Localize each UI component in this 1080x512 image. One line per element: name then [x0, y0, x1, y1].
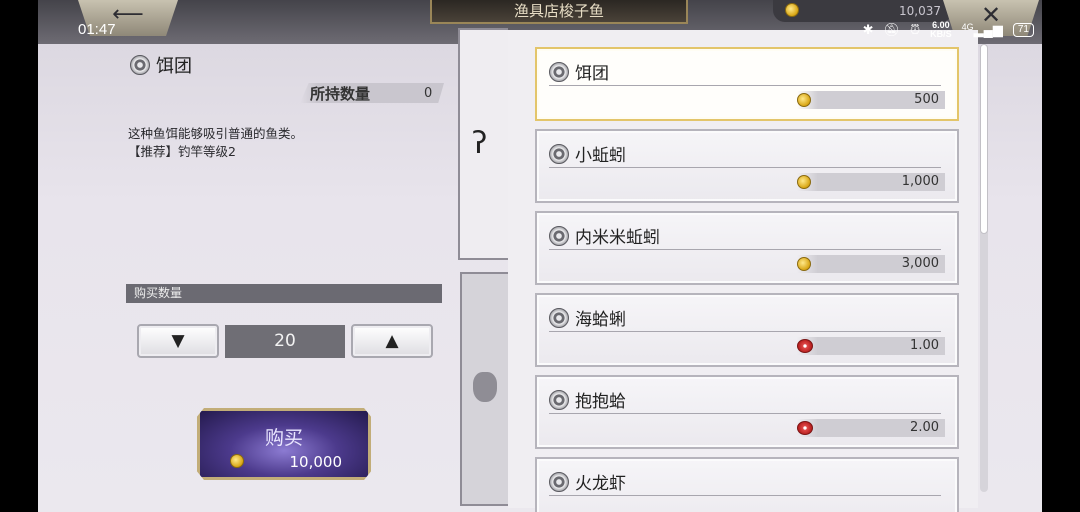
item-price-value: 1,000: [901, 174, 939, 189]
item-price-value: 2.00: [910, 420, 939, 435]
bag-icon: [473, 372, 497, 402]
network-type: 4G: [961, 22, 974, 32]
android-status-bar: 01:47 ✱ 🔕︎ ⏰︎ 6.00 KB/S 4G▂▄▆ 71: [38, 18, 1042, 44]
quantity-header: 购买数量: [126, 284, 442, 303]
coin-icon: [797, 93, 811, 107]
net-speed: 6.00 KB/S: [930, 21, 952, 39]
owned-value: 0: [424, 86, 433, 101]
owned-label: 所持数量: [310, 85, 371, 103]
detail-item-name: 饵团: [156, 56, 192, 77]
item-price: 2.00: [797, 419, 945, 437]
scrollbar-thumb[interactable]: [980, 44, 988, 234]
shop-item[interactable]: 火龙虾: [535, 457, 959, 512]
coin-icon: [785, 3, 799, 17]
shop-item[interactable]: 海蛤蜊 1.00: [535, 293, 959, 367]
item-name: 海蛤蜊: [575, 310, 626, 330]
status-icons: ✱ 🔕︎ ⏰︎ 6.00 KB/S 4G▂▄▆ 71: [863, 21, 1034, 39]
alarm-icon: ⏰︎: [909, 22, 921, 37]
bait-icon: [549, 143, 569, 164]
item-name-row: 小蚯蚓: [549, 141, 626, 166]
bait-icon: [549, 307, 569, 328]
bait-icon: [549, 225, 569, 246]
item-divider: [549, 331, 941, 332]
buy-price: 10,000: [289, 453, 343, 471]
hook-icon: ʔ: [472, 126, 488, 161]
letterbox-left: [0, 0, 38, 512]
coin-balance-value: 10,037: [899, 4, 941, 18]
bluetooth-icon: ✱: [862, 22, 874, 37]
bait-icon: [130, 55, 150, 75]
item-name-row: 火龙虾: [549, 469, 626, 494]
item-price-value: 500: [914, 92, 939, 107]
buy-label: 购买: [264, 427, 303, 449]
item-name-row: 内米米蚯蚓: [549, 223, 660, 248]
gem-icon: [797, 339, 813, 353]
buy-button[interactable]: 购买 10,000: [197, 408, 371, 480]
item-divider: [549, 249, 941, 250]
mute-icon: 🔕︎: [883, 22, 900, 37]
item-name-row: 抱抱蛤: [549, 387, 626, 412]
item-divider: [549, 85, 941, 86]
shop-item[interactable]: 内米米蚯蚓 3,000: [535, 211, 959, 285]
decrease-quantity-button[interactable]: ▼: [137, 324, 219, 358]
coin-icon: [797, 175, 811, 189]
bait-icon: [549, 389, 569, 410]
net-speed-unit: KB/S: [930, 29, 952, 39]
chevron-up-icon: ▲: [385, 331, 399, 351]
item-name: 小蚯蚓: [575, 146, 626, 166]
gem-icon: [797, 421, 813, 435]
item-price: 500: [797, 91, 945, 109]
chevron-down-icon: ▼: [171, 331, 185, 351]
signal-icon: 4G▂▄▆: [961, 22, 1003, 37]
item-price: 1,000: [797, 173, 945, 191]
shop-item[interactable]: 抱抱蛤 2.00: [535, 375, 959, 449]
description-line: 这种鱼饵能够吸引普通的鱼类。: [128, 126, 304, 141]
coin-icon: [797, 257, 811, 271]
increase-quantity-button[interactable]: ▲: [351, 324, 433, 358]
bait-icon: [549, 61, 569, 82]
letterbox-right: [1042, 0, 1080, 512]
detail-title: 饵团: [130, 52, 192, 78]
item-name: 抱抱蛤: [575, 392, 626, 412]
item-divider: [549, 495, 941, 496]
item-name: 火龙虾: [575, 474, 626, 494]
quantity-value: 20: [225, 325, 345, 358]
bait-icon: [549, 471, 569, 492]
status-time: 01:47: [78, 21, 116, 38]
item-name-row: 海蛤蜊: [549, 305, 626, 330]
item-name: 内米米蚯蚓: [575, 228, 660, 248]
item-divider: [549, 413, 941, 414]
shop-screen: ⟵ 渔具店梭子鱼 10,037 ✕ 饵团 所持数量 0 这种鱼饵能够吸引普通的鱼…: [38, 0, 1042, 512]
battery-icon: 71: [1012, 23, 1034, 37]
shop-item[interactable]: 饵团 500: [535, 47, 959, 121]
item-price: 3,000: [797, 255, 945, 273]
item-price: 1.00: [797, 337, 945, 355]
shop-item[interactable]: 小蚯蚓 1,000: [535, 129, 959, 203]
coin-icon: [230, 454, 244, 468]
item-price-value: 3,000: [901, 256, 939, 271]
item-name: 饵团: [575, 64, 609, 84]
recommendation-line: 【推荐】钓竿等级2: [128, 144, 236, 159]
item-price-value: 1.00: [910, 338, 939, 353]
item-divider: [549, 167, 941, 168]
item-description: 这种鱼饵能够吸引普通的鱼类。 【推荐】钓竿等级2: [128, 125, 303, 161]
item-name-row: 饵团: [549, 59, 609, 84]
